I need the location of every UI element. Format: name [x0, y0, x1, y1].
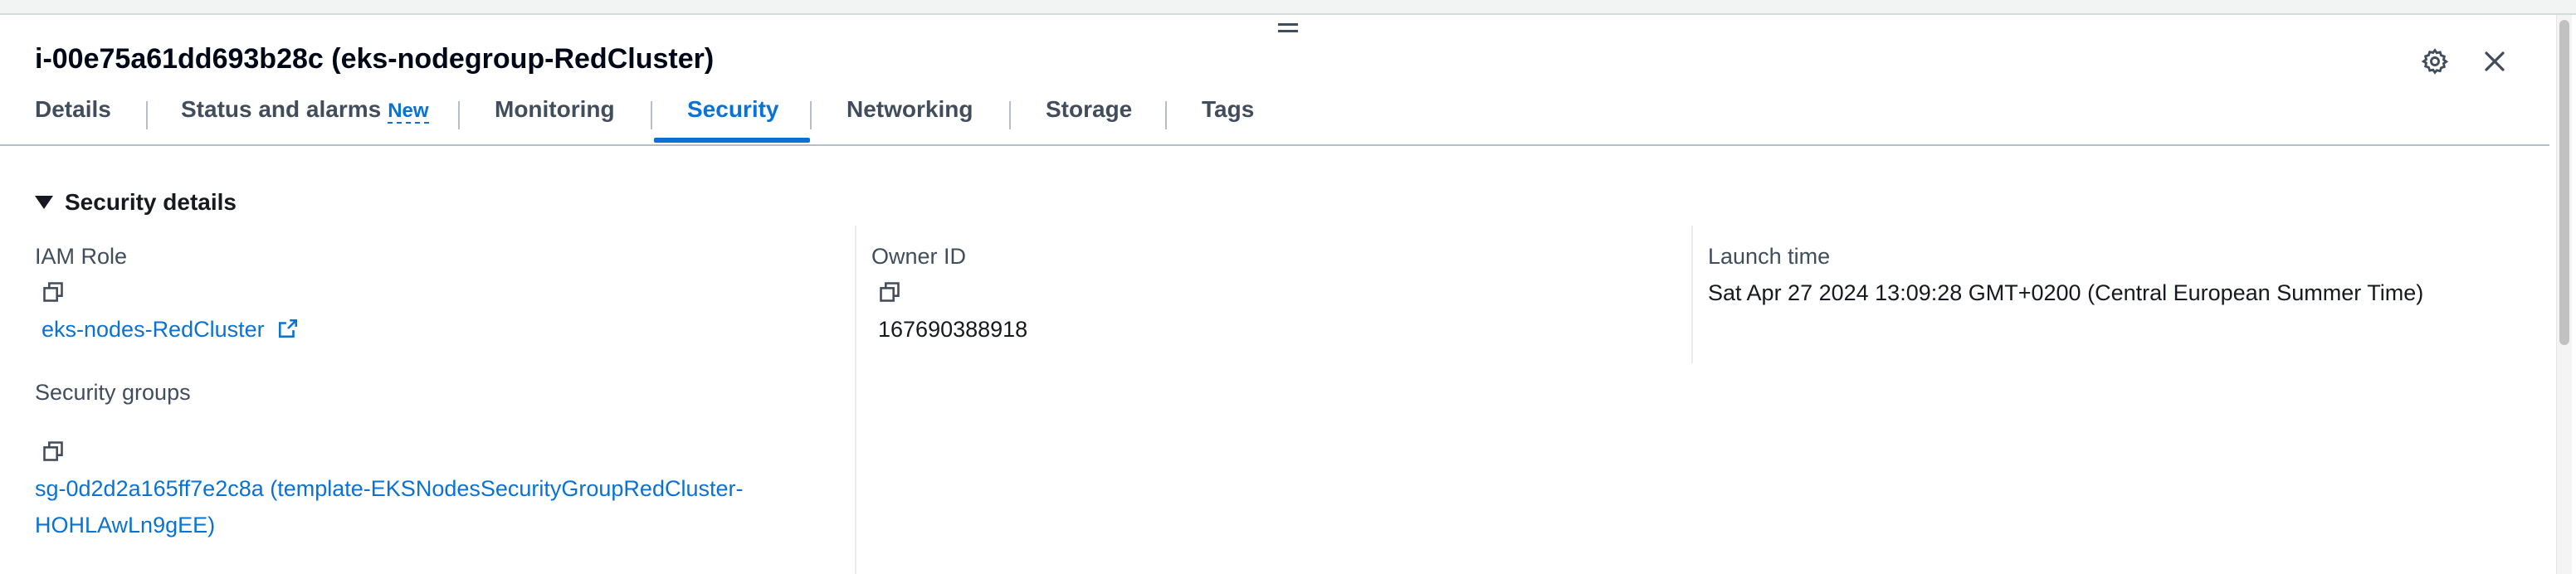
- tab-security[interactable]: Security: [687, 96, 779, 123]
- gear-icon[interactable]: [2418, 45, 2452, 78]
- external-link-icon: [279, 319, 298, 338]
- security-details-toggle[interactable]: Security details: [35, 189, 237, 216]
- copy-icon[interactable]: [41, 440, 65, 463]
- caret-down-icon: [35, 196, 53, 209]
- tab-details[interactable]: Details: [35, 96, 111, 123]
- active-tab-indicator: [654, 138, 810, 143]
- copy-icon[interactable]: [878, 280, 901, 304]
- launch-time-label: Launch time: [1708, 244, 1831, 269]
- security-group-link[interactable]: sg-0d2d2a165ff7e2c8a (template-EKSNodesS…: [35, 476, 743, 502]
- tab-separator: [146, 101, 148, 129]
- close-icon[interactable]: [2478, 45, 2511, 78]
- tab-separator: [810, 101, 812, 129]
- column-divider: [855, 226, 856, 574]
- drag-handle-icon[interactable]: [1278, 23, 1298, 35]
- top-strip: [0, 0, 2576, 15]
- column-divider: [1691, 226, 1693, 363]
- security-groups-label: Security groups: [35, 380, 191, 405]
- tab-separator: [651, 101, 652, 129]
- owner-id-value: 167690388918: [878, 317, 1028, 342]
- tab-status-and-alarms[interactable]: Status and alarms New: [181, 96, 429, 124]
- scrollbar-thumb[interactable]: [2559, 20, 2569, 345]
- copy-icon[interactable]: [41, 280, 65, 304]
- security-group-link-continued[interactable]: HOHLAwLn9gEE): [35, 513, 215, 538]
- tab-separator: [1009, 101, 1011, 129]
- tab-tags[interactable]: Tags: [1202, 96, 1254, 123]
- tab-monitoring[interactable]: Monitoring: [495, 96, 615, 123]
- owner-id-label: Owner ID: [871, 244, 967, 269]
- section-title: Security details: [65, 189, 237, 215]
- tab-separator: [1165, 101, 1167, 129]
- iam-role-link[interactable]: eks-nodes-RedCluster: [41, 317, 299, 343]
- tab-bar: Details Status and alarms New Monitoring …: [0, 83, 2549, 146]
- tab-storage[interactable]: Storage: [1046, 96, 1132, 123]
- iam-role-label: IAM Role: [35, 244, 128, 269]
- tab-networking[interactable]: Networking: [846, 96, 973, 123]
- panel-title: i-00e75a61dd693b28c (eks-nodegroup-RedCl…: [35, 43, 715, 75]
- launch-time-value: Sat Apr 27 2024 13:09:28 GMT+0200 (Centr…: [1708, 280, 2424, 305]
- tab-separator: [458, 101, 460, 129]
- new-badge: New: [388, 100, 429, 124]
- iam-role-value: eks-nodes-RedCluster: [41, 317, 265, 342]
- tab-status-and-alarms-label: Status and alarms: [181, 96, 382, 122]
